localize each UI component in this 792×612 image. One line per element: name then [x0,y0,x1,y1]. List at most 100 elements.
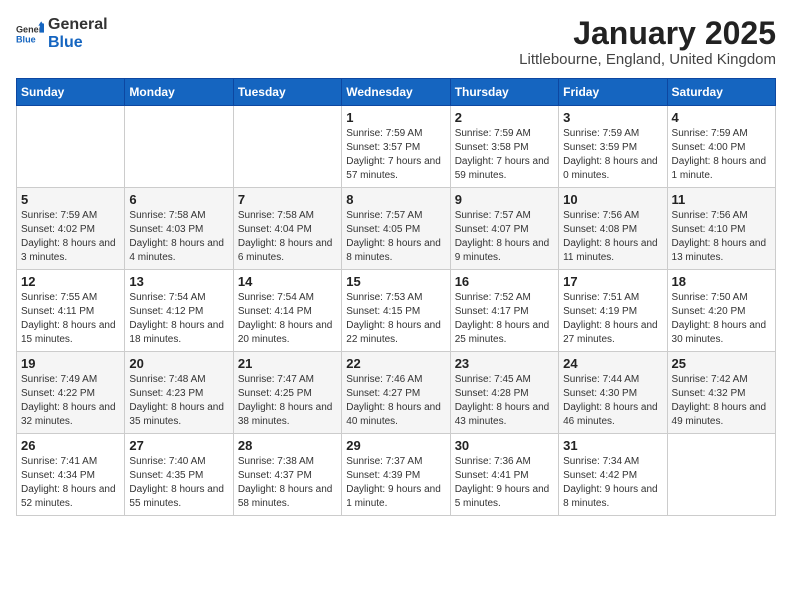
calendar-cell: 11Sunrise: 7:56 AM Sunset: 4:10 PM Dayli… [667,188,775,270]
day-number: 4 [672,110,771,125]
day-number: 27 [129,438,228,453]
day-number: 7 [238,192,337,207]
logo-blue-text: Blue [48,34,108,52]
day-info: Sunrise: 7:37 AM Sunset: 4:39 PM Dayligh… [346,455,445,511]
calendar-cell: 24 Sunrise: 7:44 AM Sunset: 4:30 PM Dayli… [559,352,667,434]
calendar-cell: 27 Sunrise: 7:40 AM Sunset: 4:35 PM Dayli… [125,434,233,516]
day-number: 6 [129,192,228,207]
logo: General Blue General Blue [16,16,108,51]
calendar-cell: 13 Sunrise: 7:54 AM Sunset: 4:12 PM Dayli… [125,270,233,352]
day-info: Sunrise: 7:52 AM Sunset: 4:17 PM Dayligh… [455,291,554,347]
weekday-header-row: SundayMondayTuesdayWednesdayThursdayFrid… [17,79,776,106]
weekday-header-saturday: Saturday [667,79,775,106]
day-info: Sunrise: 7:34 AM Sunset: 4:42 PM Dayligh… [563,455,662,511]
day-info: Sunrise: 7:55 AM Sunset: 4:11 PM Dayligh… [21,291,120,347]
day-info: Sunrise: 7:44 AM Sunset: 4:30 PM Dayligh… [563,373,662,429]
calendar-cell: 25Sunrise: 7:42 AM Sunset: 4:32 PM Dayli… [667,352,775,434]
logo-icon: General Blue [16,20,44,48]
day-number: 9 [455,192,554,207]
calendar-cell: 8 Sunrise: 7:57 AM Sunset: 4:05 PM Daylig… [342,188,450,270]
calendar-cell: 12 Sunrise: 7:55 AM Sunset: 4:11 PM Dayli… [17,270,125,352]
day-number: 30 [455,438,554,453]
calendar-cell: 17Sunrise: 7:51 AM Sunset: 4:19 PM Dayli… [559,270,667,352]
day-number: 29 [346,438,445,453]
weekday-header-tuesday: Tuesday [233,79,341,106]
calendar-cell: 18 Sunrise: 7:50 AM Sunset: 4:20 PM Dayli… [667,270,775,352]
week-row-4: 19 Sunrise: 7:49 AM Sunset: 4:22 PM Dayli… [17,352,776,434]
calendar-cell: 4Sunrise: 7:59 AM Sunset: 4:00 PM Daylig… [667,106,775,188]
day-number: 2 [455,110,554,125]
day-number: 14 [238,274,337,289]
weekday-header-friday: Friday [559,79,667,106]
day-info: Sunrise: 7:54 AM Sunset: 4:12 PM Dayligh… [129,291,228,347]
calendar-cell: 26Sunrise: 7:41 AM Sunset: 4:34 PM Dayli… [17,434,125,516]
calendar-cell: 29 Sunrise: 7:37 AM Sunset: 4:39 PM Dayli… [342,434,450,516]
title-area: January 2025 Littlebourne, England, Unit… [519,16,776,68]
day-number: 22 [346,356,445,371]
calendar-cell: 31 Sunrise: 7:34 AM Sunset: 4:42 PM Dayli… [559,434,667,516]
calendar-cell: 28 Sunrise: 7:38 AM Sunset: 4:37 PM Dayli… [233,434,341,516]
calendar-cell: 1 Sunrise: 7:59 AM Sunset: 3:57 PM Daylig… [342,106,450,188]
calendar-cell: 21Sunrise: 7:47 AM Sunset: 4:25 PM Dayli… [233,352,341,434]
calendar-cell: 22 Sunrise: 7:46 AM Sunset: 4:27 PM Dayli… [342,352,450,434]
logo-general-text: General [48,16,108,34]
calendar-cell: 9Sunrise: 7:57 AM Sunset: 4:07 PM Daylig… [450,188,558,270]
day-info: Sunrise: 7:36 AM Sunset: 4:41 PM Dayligh… [455,455,554,511]
week-row-1: 1 Sunrise: 7:59 AM Sunset: 3:57 PM Daylig… [17,106,776,188]
day-info: Sunrise: 7:53 AM Sunset: 4:15 PM Dayligh… [346,291,445,347]
day-info: Sunrise: 7:58 AM Sunset: 4:03 PM Dayligh… [129,209,228,265]
calendar-cell: 19 Sunrise: 7:49 AM Sunset: 4:22 PM Dayli… [17,352,125,434]
calendar-cell [233,106,341,188]
day-number: 26 [21,438,120,453]
day-number: 19 [21,356,120,371]
day-number: 13 [129,274,228,289]
day-number: 8 [346,192,445,207]
calendar-cell: 15 Sunrise: 7:53 AM Sunset: 4:15 PM Dayli… [342,270,450,352]
day-number: 24 [563,356,662,371]
day-info: Sunrise: 7:59 AM Sunset: 3:57 PM Dayligh… [346,127,445,183]
day-info: Sunrise: 7:57 AM Sunset: 4:05 PM Dayligh… [346,209,445,265]
day-number: 21 [238,356,337,371]
day-info: Sunrise: 7:40 AM Sunset: 4:35 PM Dayligh… [129,455,228,511]
week-row-3: 12 Sunrise: 7:55 AM Sunset: 4:11 PM Dayli… [17,270,776,352]
day-info: Sunrise: 7:59 AM Sunset: 3:59 PM Dayligh… [563,127,662,183]
weekday-header-sunday: Sunday [17,79,125,106]
calendar-cell: 20Sunrise: 7:48 AM Sunset: 4:23 PM Dayli… [125,352,233,434]
day-info: Sunrise: 7:50 AM Sunset: 4:20 PM Dayligh… [672,291,771,347]
week-row-2: 5Sunrise: 7:59 AM Sunset: 4:02 PM Daylig… [17,188,776,270]
day-number: 1 [346,110,445,125]
day-number: 16 [455,274,554,289]
calendar-cell: 16 Sunrise: 7:52 AM Sunset: 4:17 PM Dayli… [450,270,558,352]
day-info: Sunrise: 7:46 AM Sunset: 4:27 PM Dayligh… [346,373,445,429]
day-number: 17 [563,274,662,289]
calendar-subtitle: Littlebourne, England, United Kingdom [519,51,776,68]
day-number: 31 [563,438,662,453]
weekday-header-thursday: Thursday [450,79,558,106]
day-info: Sunrise: 7:38 AM Sunset: 4:37 PM Dayligh… [238,455,337,511]
day-info: Sunrise: 7:59 AM Sunset: 3:58 PM Dayligh… [455,127,554,183]
day-info: Sunrise: 7:58 AM Sunset: 4:04 PM Dayligh… [238,209,337,265]
day-number: 25 [672,356,771,371]
calendar-table: SundayMondayTuesdayWednesdayThursdayFrid… [16,78,776,516]
day-info: Sunrise: 7:49 AM Sunset: 4:22 PM Dayligh… [21,373,120,429]
calendar-cell: 6 Sunrise: 7:58 AM Sunset: 4:03 PM Daylig… [125,188,233,270]
calendar-cell: 5Sunrise: 7:59 AM Sunset: 4:02 PM Daylig… [17,188,125,270]
calendar-cell: 23Sunrise: 7:45 AM Sunset: 4:28 PM Dayli… [450,352,558,434]
week-row-5: 26Sunrise: 7:41 AM Sunset: 4:34 PM Dayli… [17,434,776,516]
weekday-header-monday: Monday [125,79,233,106]
calendar-cell [125,106,233,188]
day-number: 28 [238,438,337,453]
day-number: 18 [672,274,771,289]
calendar-cell: 14Sunrise: 7:54 AM Sunset: 4:14 PM Dayli… [233,270,341,352]
calendar-title: January 2025 [519,16,776,51]
day-number: 15 [346,274,445,289]
day-info: Sunrise: 7:56 AM Sunset: 4:08 PM Dayligh… [563,209,662,265]
day-info: Sunrise: 7:56 AM Sunset: 4:10 PM Dayligh… [672,209,771,265]
calendar-cell: 30 Sunrise: 7:36 AM Sunset: 4:41 PM Dayli… [450,434,558,516]
day-number: 12 [21,274,120,289]
day-number: 3 [563,110,662,125]
calendar-cell: 2 Sunrise: 7:59 AM Sunset: 3:58 PM Daylig… [450,106,558,188]
calendar-cell [667,434,775,516]
day-number: 23 [455,356,554,371]
day-info: Sunrise: 7:48 AM Sunset: 4:23 PM Dayligh… [129,373,228,429]
